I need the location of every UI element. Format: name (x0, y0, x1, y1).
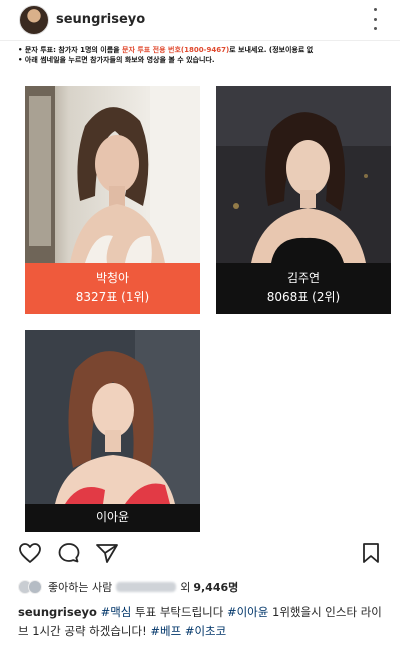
vote-notice: • 문자 투표: 참가자 1명의 이름을 문자 투표 전용 번호(1800-94… (18, 45, 398, 65)
hashtag-leechoco[interactable]: #이초코 (185, 624, 226, 638)
likes-row[interactable]: 좋아하는 사람 외 9,446명 (18, 578, 238, 596)
notice-line-2: • 아래 썸네일을 누르면 참가자들의 화보와 영상을 볼 수 있습니다. (18, 56, 215, 64)
post-header: seungriseyo (0, 0, 400, 40)
hashtag-leeayun[interactable]: #이아윤 (227, 605, 268, 619)
contestant-card-1[interactable]: 박청아 8327표 (1위) (25, 86, 200, 314)
contestant-votes-1: 8327표 (1위) (75, 290, 150, 304)
profile-avatar[interactable] (19, 5, 49, 35)
hashtag-bestfriend[interactable]: #베프 (150, 624, 181, 638)
contestant-name-2: 김주연 (286, 271, 321, 285)
contestant-name-1: 박청아 (95, 271, 130, 285)
contestant-photo-1[interactable] (25, 86, 200, 263)
contestant-card-2[interactable]: 김주연 8068표 (2위) (216, 86, 391, 314)
post-image[interactable]: • 문자 투표: 참가자 1명의 이름을 문자 투표 전용 번호(1800-94… (0, 40, 400, 534)
contestant-votes-2: 8068표 (2위) (266, 290, 341, 304)
liker-name-blurred (116, 582, 177, 592)
post-caption: seungriseyo #맥심 투표 부탁드립니다 #이아윤 1위했을시 인스타… (18, 603, 388, 641)
bookmark-icon[interactable] (361, 542, 381, 564)
comment-icon[interactable] (57, 542, 81, 564)
heart-icon[interactable] (18, 542, 42, 564)
more-icon[interactable] (372, 8, 378, 30)
contestant-name-3: 이아윤 (95, 510, 130, 524)
caption-username[interactable]: seungriseyo (18, 605, 97, 619)
hashtag-maxim[interactable]: #맥심 (101, 605, 132, 619)
contestant-bar-2: 김주연 8068표 (2위) (216, 263, 391, 314)
share-icon[interactable] (95, 542, 119, 564)
notice-line-1: • 문자 투표: 참가자 1명의 이름을 문자 투표 전용 번호(1800-94… (18, 46, 314, 54)
likes-prefix: 좋아하는 사람 (48, 581, 113, 594)
contestant-card-3[interactable]: 이아윤 (25, 330, 200, 532)
contestant-photo-2[interactable] (216, 86, 391, 263)
caption-text-1: 투표 부탁드립니다 (131, 605, 227, 619)
liker-avatar (28, 580, 42, 594)
vote-number: 문자 투표 전용 번호(1800-9467) (122, 46, 230, 54)
header-username[interactable]: seungriseyo (56, 12, 145, 27)
likes-count[interactable]: 9,446명 (193, 579, 238, 595)
contestant-photo-3[interactable] (25, 330, 200, 504)
contestant-bar-3: 이아윤 (25, 504, 200, 532)
contestant-bar-1: 박청아 8327표 (1위) (25, 263, 200, 314)
likes-middle: 외 (180, 581, 191, 594)
action-bar (0, 540, 400, 570)
